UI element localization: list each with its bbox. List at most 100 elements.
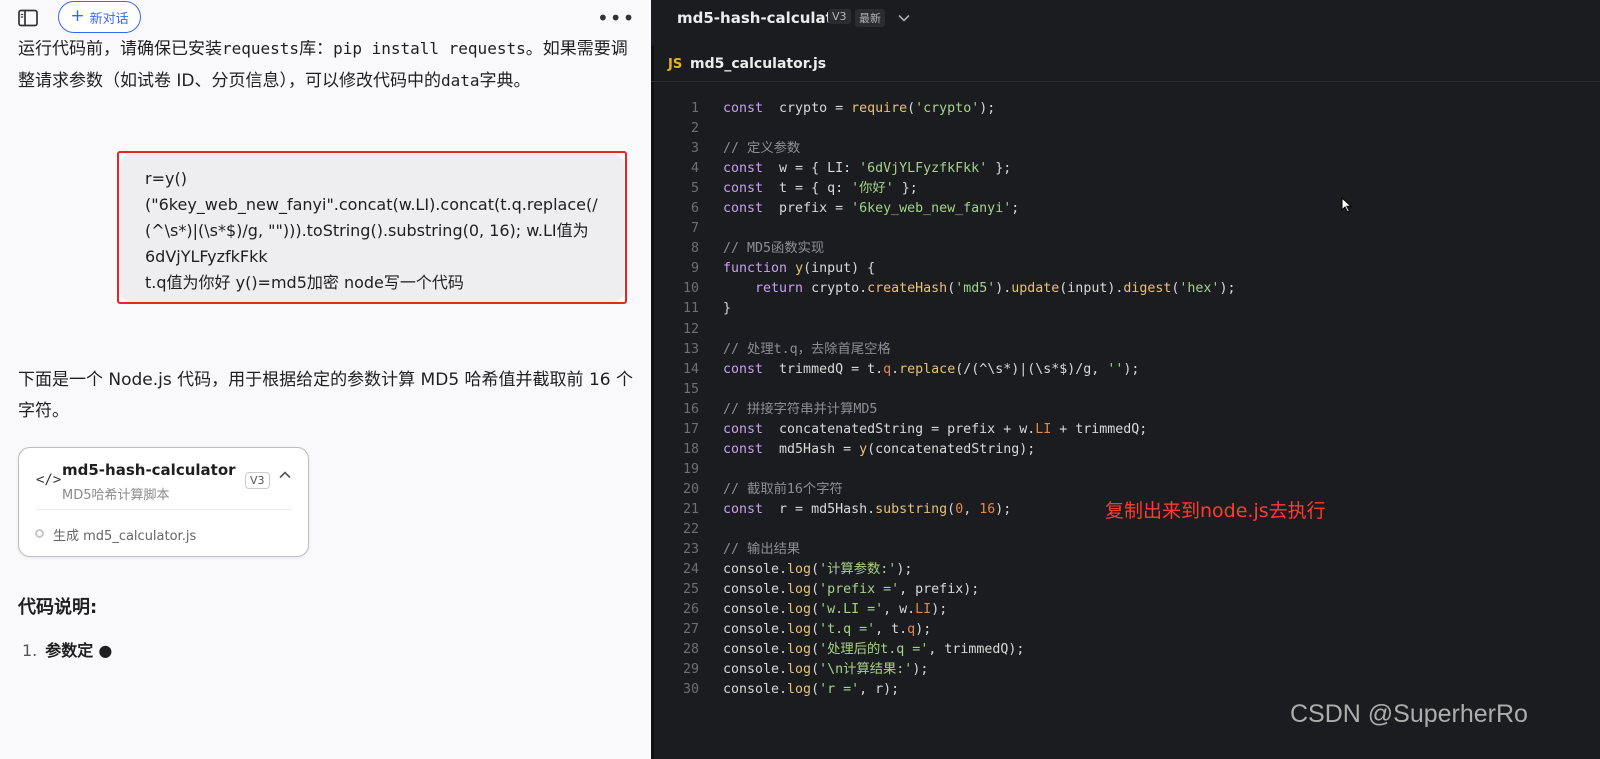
list-number: 1. [22,641,38,660]
artifact-subtitle: MD5哈希计算脚本 [62,488,170,503]
user-message-line: r=y() [145,169,187,188]
code-line: 10 return crypto.createHash('md5').updat… [651,279,1600,299]
line-number: 21 [682,501,699,517]
code-line: 18 const md5Hash = y(concatenatedString); [651,440,1600,460]
line-content: console.log('处理后的t.q =', trimmedQ); [723,640,1024,660]
code-token: ); [931,602,948,618]
code-token: ( [811,642,820,658]
line-content: console.log('t.q =', t.q); [723,620,931,640]
line-content: const concatenatedString = prefix + w.LI… [723,420,1147,440]
line-content: const trimmedQ = t.q.replace(/(^\s*)|(\s… [723,360,1139,380]
code-token: log [787,642,812,658]
code-token: '处理后的t.q =' [819,642,929,658]
code-line: 15 [651,380,1600,400]
code-editor[interactable]: 1 const crypto = require('crypto'); 2 3// 定… [651,99,1600,700]
code-token: 'r =' [819,682,860,698]
code-token: ( [811,602,820,618]
code-token: concatenatedString = prefix + w. [763,421,1036,437]
sidebar-toggle-icon[interactable] [17,7,39,29]
line-content: console.log('r =', r); [723,680,899,700]
line-number: 27 [682,622,699,638]
code-token: createHash [867,281,948,297]
code-token: console. [723,682,788,698]
line-number: 18 [682,441,699,457]
code-token: console. [723,562,788,578]
code-token: ( [947,281,956,297]
line-number: 23 [682,542,699,558]
code-token: ; [1011,201,1020,217]
code-token: 'prefix =' [819,582,900,598]
inline-code: pip install requests [333,39,526,58]
code-token: const [723,501,764,517]
code-token: . [891,361,900,377]
code-line: 23 // 输出结果 [651,540,1600,560]
code-token: ); [979,101,996,116]
code-token: }; [893,181,918,197]
code-token: const [723,441,764,457]
more-options-icon[interactable]: ••• [597,6,635,30]
code-token: // 处理t.q，去除首尾空格 [723,341,891,357]
code-line: 5 const t = { q: '你好' }; [651,179,1600,199]
code-token: console. [723,622,788,638]
code-token: ( [811,682,820,698]
line-content: // 拼接字符串并计算MD5 [723,400,877,420]
section-heading: 代码说明: [18,597,98,618]
code-token: crypto = [763,101,852,116]
code-token: // 拼接字符串并计算MD5 [723,401,878,417]
code-token: q [907,622,916,638]
file-name: md5_calculator.js [690,56,827,72]
code-line: 3 // 定义参数 [651,139,1600,159]
code-token: 't.q =' [819,622,876,638]
line-number: 9 [690,261,699,277]
code-token: const [723,421,764,437]
artifact-panel-title: md5-hash-calculator [677,9,851,27]
code-token: t = { q: [763,181,852,197]
code-line: 6 const prefix = '6key_web_new_fanyi'; [651,199,1600,219]
line-number: 19 [682,461,699,477]
code-token: LI [1035,421,1052,437]
code-line: 16 // 拼接字符串并计算MD5 [651,400,1600,420]
line-number: 11 [682,301,699,317]
code-token: '\n计算结果:' [819,662,913,678]
code-token: }; [987,161,1012,177]
assistant-paragraph-intro: 下面是一个 Node.js 代码，用于根据给定的参数计算 MD5 哈希值并截取前… [18,370,633,421]
code-token: console. [723,662,788,678]
line-number: 3 [690,141,699,157]
artifact-card[interactable]: </> md5-hash-calculator MD5哈希计算脚本 V3 生成 … [18,447,309,557]
code-line: 14 const trimmedQ = t.q.replace(/(^\s*)|(… [651,360,1600,380]
code-line: 25 console.log('prefix =', prefix); [651,580,1600,600]
assistant-paragraph-install-note: 运行代码前，请确保已安装requests库：pip install reques… [18,39,628,97]
code-token: '6key_web_new_fanyi' [851,201,1012,217]
code-token: ( [811,662,820,678]
line-content: const md5Hash = y(concatenatedString); [723,440,1035,460]
code-line: 30 console.log('r =', r); [651,680,1600,700]
code-token: prefix = [763,201,852,217]
code-token: ); [1123,361,1140,377]
code-token: , [963,501,980,517]
code-token: ); [896,562,913,578]
file-tab[interactable]: JS md5_calculator.js [651,48,1600,82]
code-token: console. [723,642,788,658]
line-content: console.log('prefix =', prefix); [723,580,979,600]
chevron-down-icon[interactable] [897,11,911,25]
code-panel: md5-hash-calculator V3 最新 JS md5_calcula… [651,0,1600,759]
line-number: 15 [682,381,699,397]
user-message-line: 6dVjYLFyzfkFkk [145,247,268,266]
chevron-up-icon[interactable] [278,468,292,482]
code-token: ( [947,501,956,517]
line-number: 12 [682,321,699,337]
mouse-cursor-icon [1341,197,1353,213]
js-file-icon: JS [668,57,683,72]
paragraph-text: 字典。 [479,71,531,91]
new-chat-button[interactable]: + 新对话 [58,1,141,33]
artifact-title: md5-hash-calculator [62,461,236,479]
code-token: ); [995,501,1012,517]
line-content: // 处理t.q，去除首尾空格 [723,340,891,360]
user-message-line: t.q值为你好 y()=md5加密 node写一个代码 [145,273,464,292]
code-icon: </> [36,472,62,488]
code-token: , r); [859,682,900,698]
code-token: 0 [955,501,964,517]
chat-pane: 运行代码前，请确保已安装requests库：pip install reques… [0,0,651,759]
line-number: 20 [682,481,699,497]
